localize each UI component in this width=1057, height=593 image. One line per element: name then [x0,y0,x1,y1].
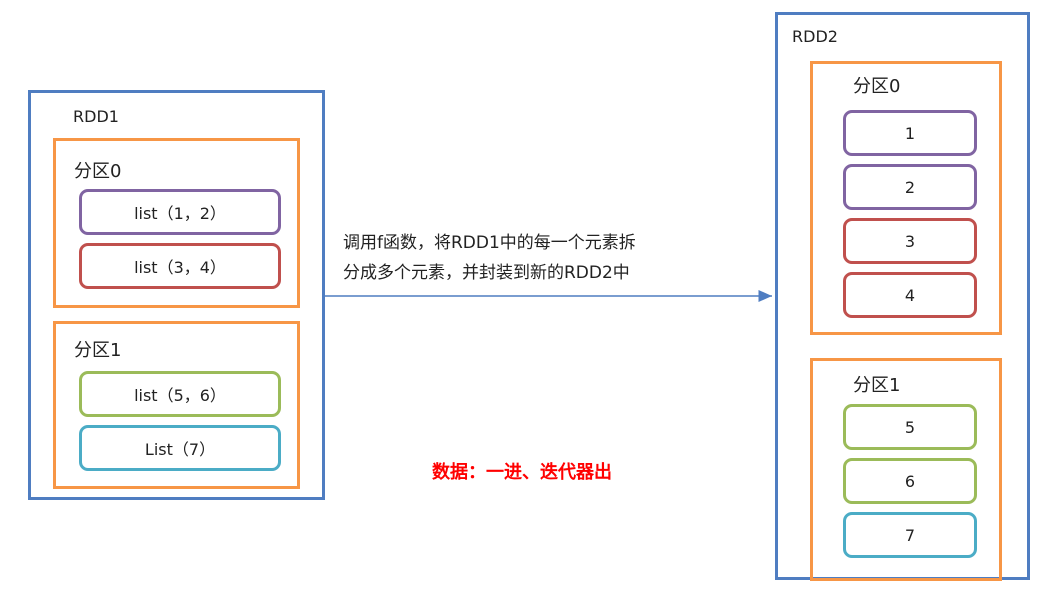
description-line-2: 分成多个元素，并封装到新的RDD2中 [343,263,630,283]
rdd2-element: 3 [843,218,977,264]
rdd2-element: 2 [843,164,977,210]
transform-description: 调用f函数，将RDD1中的每一个元素拆 分成多个元素，并封装到新的RDD2中 [343,228,636,288]
rdd2-element: 7 [843,512,977,558]
rdd2-label: RDD2 [792,27,838,46]
rdd2-container: RDD2 分区0 1 2 3 4 分区1 5 6 7 [775,12,1030,581]
rdd2-element: 6 [843,458,977,504]
rdd2-element: 1 [843,110,977,156]
rdd2-partition-1: 分区1 5 6 7 [810,358,1002,581]
description-line-1: 调用f函数，将RDD1中的每一个元素拆 [343,233,636,253]
rdd2-partition-0: 分区0 1 2 3 4 [810,61,1002,335]
partition-label: 分区0 [853,76,901,97]
partition-label: 分区1 [853,375,901,396]
rdd2-element: 4 [843,272,977,318]
rdd2-element: 5 [843,404,977,450]
data-flow-note: 数据：一进、迭代器出 [432,462,612,483]
